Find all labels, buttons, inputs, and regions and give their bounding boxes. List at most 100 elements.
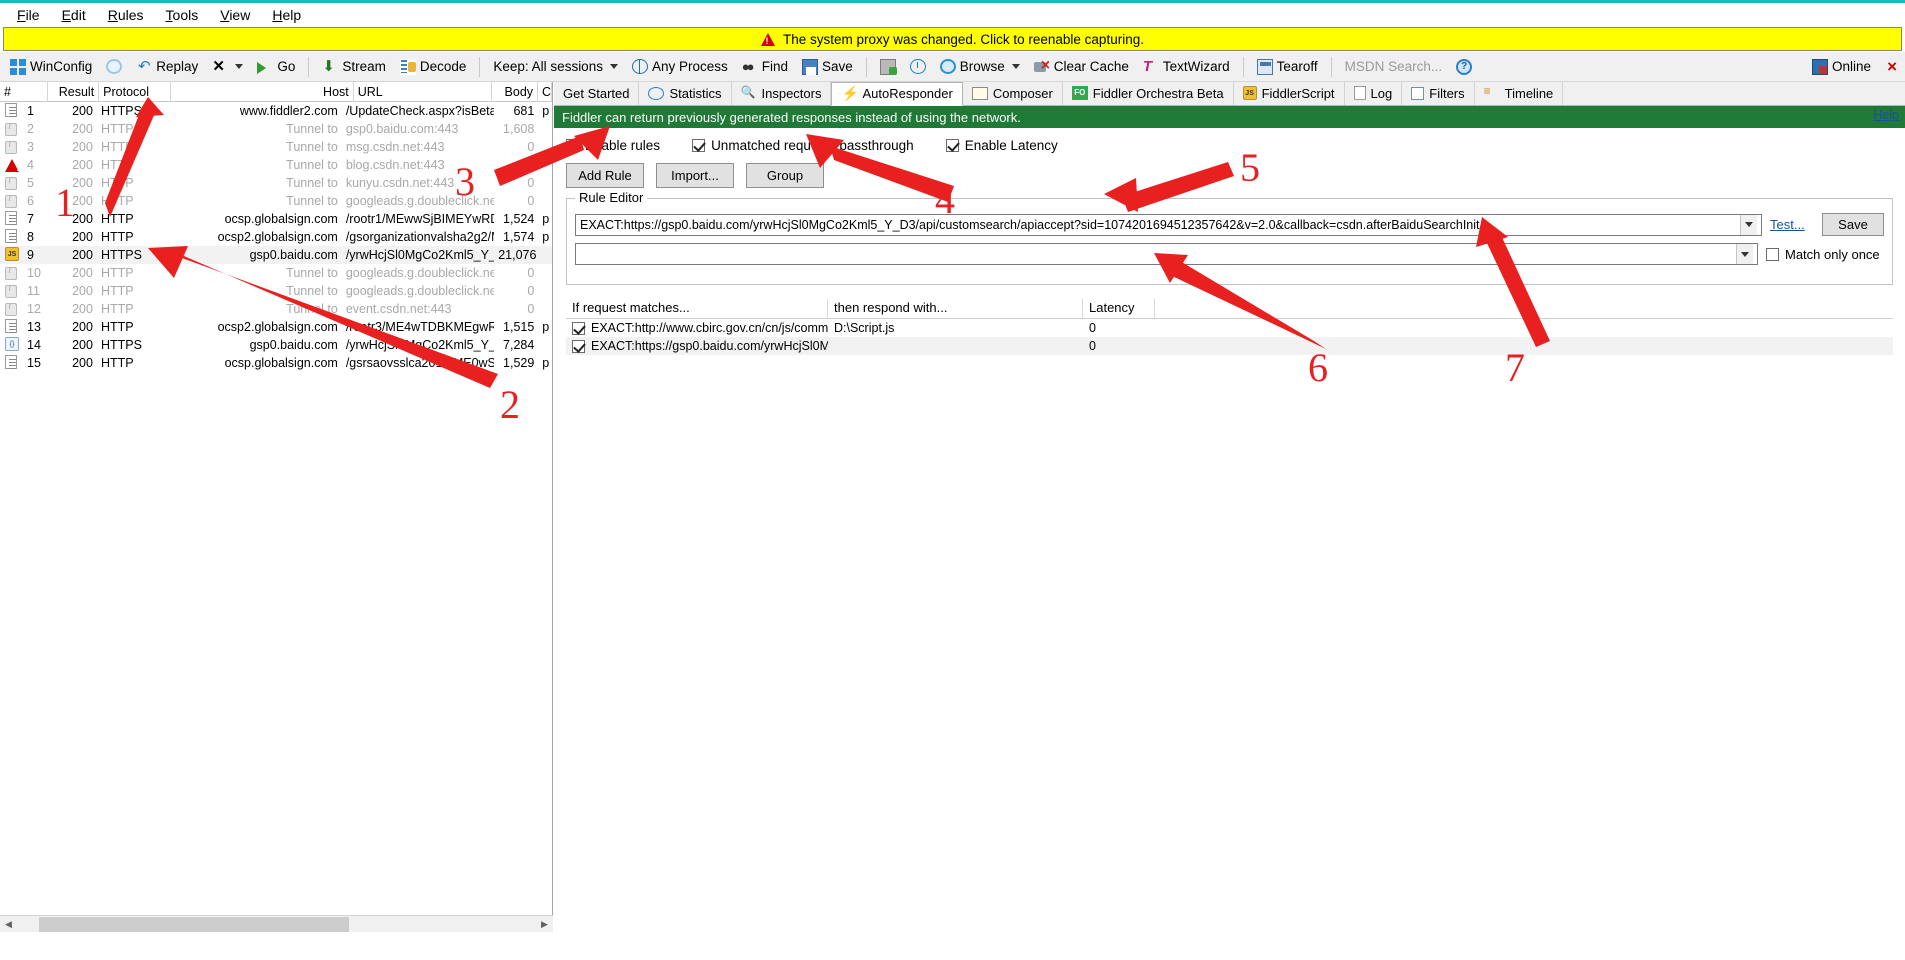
column-header-result[interactable]: Result [48, 81, 100, 102]
rule-respond-input[interactable] [575, 243, 1758, 265]
scroll-right-arrow[interactable]: ▶ [536, 916, 553, 933]
table-row[interactable]: 2 200 HTTP Tunnel to gsp0.baidu.com:443 1,608 [0, 120, 552, 138]
menu-item-view[interactable]: View [209, 5, 261, 25]
stream-button[interactable]: ⬇ Stream [316, 57, 392, 77]
rule-cell-match[interactable]: EXACT:https://gsp0.baidu.com/yrwHcjSl0Mg… [566, 337, 828, 355]
table-row[interactable]: EXACT:http://www.cbirc.gov.cn/cn/js/comm… [566, 319, 1893, 337]
column-header-latency[interactable]: Latency [1083, 299, 1155, 318]
decode-button[interactable]: Decode [394, 57, 473, 77]
tearoff-button[interactable]: Tearoff [1251, 57, 1324, 77]
scroll-left-arrow[interactable]: ◀ [0, 916, 17, 933]
column-header-num[interactable]: # [0, 81, 48, 102]
cell-protocol: HTTPS [100, 248, 142, 262]
rule-cell-match[interactable]: EXACT:http://www.cbirc.gov.cn/cn/js/comm… [566, 319, 828, 337]
menu-item-help[interactable]: Help [261, 5, 312, 25]
close-icon[interactable]: × [1879, 57, 1905, 77]
log-icon [1353, 86, 1366, 100]
tab-fiddler-orchestra-beta[interactable]: FO Fiddler Orchestra Beta [1062, 82, 1234, 105]
timeline-icon: ≡ [1483, 84, 1491, 98]
chevron-down-icon[interactable] [1736, 244, 1753, 264]
scroll-thumb[interactable] [39, 916, 349, 932]
column-header-respond-with[interactable]: then respond with... [828, 299, 1083, 318]
import-button[interactable]: Import... [656, 163, 734, 188]
rules-table-body[interactable]: EXACT:http://www.cbirc.gov.cn/cn/js/comm… [566, 319, 1893, 355]
remove-button[interactable]: ✕ [206, 57, 249, 77]
keep-sessions-dropdown[interactable]: Keep: All sessions [487, 57, 624, 76]
save-button[interactable]: Save [796, 57, 859, 77]
checkbox-box[interactable] [945, 139, 959, 152]
tab-inspectors[interactable]: 🔍 Inspectors [731, 82, 832, 105]
menu-item-edit[interactable]: Edit [51, 5, 97, 25]
online-status-button[interactable]: Online [1806, 57, 1877, 77]
rule-match-input[interactable]: EXACT:https://gsp0.baidu.com/yrwHcjSl0Mg… [575, 213, 1762, 236]
textwizard-button[interactable]: T TextWizard [1137, 57, 1236, 77]
rule-enabled-checkbox[interactable] [572, 321, 585, 335]
timer-button[interactable] [904, 57, 932, 76]
clear-cache-button[interactable]: Clear Cache [1028, 57, 1135, 77]
go-button[interactable]: Go [251, 57, 301, 76]
menu-item-file[interactable]: FFileile [6, 5, 51, 25]
chevron-down-icon[interactable] [1740, 214, 1757, 235]
replay-button[interactable]: ↶ Replay [130, 57, 204, 77]
table-row[interactable]: 3 200 HTTP Tunnel to msg.csdn.net:443 0 [0, 138, 552, 156]
session-list-hscrollbar[interactable]: ◀ ▶ [0, 915, 553, 933]
column-header-url[interactable]: URL [354, 81, 493, 102]
session-list-body[interactable]: 1 200 HTTPS www.fiddler2.com/UpdateCheck.as… [0, 102, 552, 372]
table-row[interactable]: 15 200 HTTP ocsp.globalsign.com/gsrsaovsslc… [0, 354, 552, 372]
tab-filters[interactable]: Filters [1402, 82, 1475, 105]
menu-item-rules[interactable]: Rules [97, 5, 155, 25]
column-header-if-matches[interactable]: If request matches... [566, 299, 828, 318]
table-row[interactable]: 1 200 HTTPS www.fiddler2.com/UpdateCheck.as… [0, 102, 552, 120]
any-process-button[interactable]: Any Process [626, 57, 734, 76]
enable-rules-checkbox[interactable]: Enable rules [566, 138, 660, 153]
table-row[interactable]: 13 200 HTTP ocsp2.globalsign.com/rootr3/ME4… [0, 318, 552, 336]
inspectors-icon: 🔍 [740, 85, 756, 99]
tab-autoresponder[interactable]: ⚡ AutoResponder [831, 82, 963, 106]
tab-timeline[interactable]: ≡ Timeline [1474, 82, 1564, 105]
table-row[interactable]: 11 200 HTTP Tunnel to googleads.g.doubleclic… [0, 282, 552, 300]
table-row[interactable]: 8 200 HTTP ocsp2.globalsign.com/gsorganizat… [0, 228, 552, 246]
unmatched-passthrough-checkbox[interactable]: Unmatched requests passthrough [692, 138, 914, 153]
checkbox-box[interactable] [1766, 247, 1779, 261]
browse-button[interactable]: Browse [934, 57, 1026, 76]
group-button[interactable]: Group [746, 163, 824, 188]
help-link[interactable]: Help [1873, 108, 1899, 122]
table-row[interactable]: {} 14 200 HTTPS gsp0.baidu.com/yrwHcjSl0MgCo… [0, 336, 552, 354]
tab-composer[interactable]: Composer [962, 82, 1063, 105]
document-icon [5, 319, 17, 333]
rule-respond-row: Match only once [575, 243, 1884, 265]
help-button[interactable]: ? [1450, 57, 1478, 77]
add-rule-button[interactable]: Add Rule [566, 163, 644, 188]
find-button[interactable]: ●● Find [736, 57, 794, 77]
column-header-protocol[interactable]: Protocol [99, 81, 171, 102]
msdn-search-field[interactable]: MSDN Search... [1339, 57, 1449, 76]
checkbox-box[interactable] [692, 139, 706, 152]
scroll-track[interactable] [17, 915, 536, 933]
proxy-changed-notification[interactable]: The system proxy was changed. Click to r… [3, 27, 1902, 51]
tab-log[interactable]: Log [1344, 82, 1403, 105]
test-link[interactable]: Test... [1770, 217, 1814, 232]
screenshot-button[interactable] [874, 57, 902, 77]
checkbox-box[interactable] [566, 139, 579, 152]
table-row[interactable]: EXACT:https://gsp0.baidu.com/yrwHcjSl0Mg… [566, 337, 1893, 355]
column-header-caching[interactable]: C [538, 81, 552, 102]
tab-label: Filters [1429, 85, 1465, 101]
tab-statistics[interactable]: Statistics [639, 82, 732, 105]
menu-item-tools[interactable]: Tools [155, 5, 210, 25]
tab-get-started[interactable]: Get Started [554, 82, 640, 105]
table-row[interactable]: 10 200 HTTP Tunnel to googleads.g.doubleclic… [0, 264, 552, 282]
rule-save-button[interactable]: Save [1822, 213, 1884, 236]
enable-latency-checkbox[interactable]: Enable Latency [945, 138, 1058, 153]
winconfig-button[interactable]: WinConfig [4, 57, 98, 77]
column-header-body[interactable]: Body [492, 81, 539, 102]
session-type-icon: {} [5, 337, 23, 353]
column-header-host[interactable]: Host [171, 81, 354, 102]
comment-button[interactable] [100, 57, 128, 76]
rule-enabled-checkbox[interactable] [572, 339, 585, 353]
table-row[interactable]: 12 200 HTTP Tunnel to event.csdn.net:443 0 [0, 300, 552, 318]
match-only-once-checkbox[interactable]: Match only once [1766, 247, 1884, 262]
tab-fiddlerscript[interactable]: JS FiddlerScript [1233, 82, 1345, 105]
table-row[interactable]: JS 9 200 HTTPS gsp0.baidu.com/yrwHcjSl0MgCo2… [0, 246, 552, 264]
session-type-icon [5, 229, 23, 245]
table-row[interactable]: 7 200 HTTP ocsp.globalsign.com/rootr1/MEwwS… [0, 210, 552, 228]
